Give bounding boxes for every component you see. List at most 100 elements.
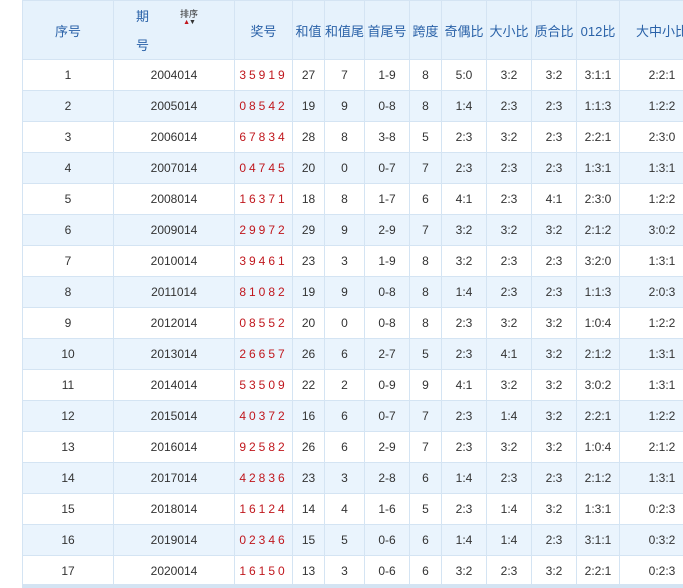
cell-ratio-012: 1:1:3 xyxy=(576,276,620,308)
cell-big-small: 2:3 xyxy=(486,183,532,215)
cell-span: 8 xyxy=(409,90,442,122)
cell-number: 81082 xyxy=(234,276,293,308)
cell-big-mid-small: 1:3:1 xyxy=(619,152,683,184)
cell-number: 02346 xyxy=(234,524,293,556)
cell-number: 04745 xyxy=(234,152,293,184)
cell-sum-tail: 3 xyxy=(324,462,365,494)
cell-period: 2009014 xyxy=(113,214,235,246)
cell-big-small: 1:4 xyxy=(486,493,532,525)
cell-period: 2018014 xyxy=(113,493,235,525)
cell-odd-even: 2:3 xyxy=(441,152,487,184)
table-header-row: 序号 期 号 排序 ▲▼ 奖号 和值 和值尾 首尾号 跨度 奇偶比 大小比 质合… xyxy=(22,0,683,60)
table-row: 11 2014014 53509 22 2 0-9 9 4:1 3:2 3:2 3:0:2 1:3:1 xyxy=(22,369,683,401)
cell-big-small: 2:3 xyxy=(486,245,532,277)
cell-ratio-012: 2:1:2 xyxy=(576,338,620,370)
cell-span: 6 xyxy=(409,183,442,215)
header-ratio-012: 012比 xyxy=(576,0,620,60)
cell-sum-tail: 2 xyxy=(324,369,365,401)
table-row: 14 2017014 42836 23 3 2-8 6 1:4 2:3 2:3 2:1:2 1:3:1 xyxy=(22,462,683,494)
cell-prime-composite: 3:2 xyxy=(531,59,577,91)
cell-big-mid-small: 2:1:2 xyxy=(619,431,683,463)
cell-index: 3 xyxy=(22,121,114,153)
cell-index: 15 xyxy=(22,493,114,525)
header-index: 序号 xyxy=(22,0,114,60)
cell-sum: 14 xyxy=(292,493,325,525)
cell-sum-tail: 8 xyxy=(324,183,365,215)
table-row: 1 2004014 35919 27 7 1-9 8 5:0 3:2 3:2 3:1:1 2:2:1 xyxy=(22,59,683,91)
cell-span: 5 xyxy=(409,121,442,153)
cell-odd-even: 3:2 xyxy=(441,214,487,246)
table-row: 9 2012014 08552 20 0 0-8 8 2:3 3:2 3:2 1:0:4 1:2:2 xyxy=(22,307,683,339)
table-row: 16 2019014 02346 15 5 0-6 6 1:4 1:4 2:3 3:1:1 0:3:2 xyxy=(22,524,683,556)
cell-index: 9 xyxy=(22,307,114,339)
cell-odd-even: 1:4 xyxy=(441,524,487,556)
cell-ratio-012: 2:1:2 xyxy=(576,214,620,246)
cell-period: 2012014 xyxy=(113,307,235,339)
lottery-history-panel: 序号 期 号 排序 ▲▼ 奖号 和值 和值尾 首尾号 跨度 奇偶比 大小比 质合… xyxy=(22,0,683,588)
cell-span: 7 xyxy=(409,400,442,432)
table-row: 4 2007014 04745 20 0 0-7 7 2:3 2:3 2:3 1:3:1 1:3:1 xyxy=(22,152,683,184)
cell-span: 8 xyxy=(409,276,442,308)
cell-span: 5 xyxy=(409,493,442,525)
cell-prime-composite: 2:3 xyxy=(531,462,577,494)
cell-sum: 18 xyxy=(292,183,325,215)
cell-index: 16 xyxy=(22,524,114,556)
header-period-top: 期 xyxy=(136,9,150,24)
cell-ratio-012: 1:3:1 xyxy=(576,152,620,184)
cell-sum-tail: 0 xyxy=(324,307,365,339)
cell-sum-tail: 6 xyxy=(324,338,365,370)
cell-sum-tail: 3 xyxy=(324,555,365,587)
cell-big-mid-small: 1:2:2 xyxy=(619,183,683,215)
cell-sum-tail: 9 xyxy=(324,90,365,122)
cell-ratio-012: 3:2:0 xyxy=(576,245,620,277)
cell-odd-even: 5:0 xyxy=(441,59,487,91)
cell-big-mid-small: 3:0:2 xyxy=(619,214,683,246)
cell-index: 5 xyxy=(22,183,114,215)
cell-odd-even: 3:2 xyxy=(441,245,487,277)
cell-ratio-012: 1:1:3 xyxy=(576,90,620,122)
cell-span: 8 xyxy=(409,307,442,339)
cell-sum: 23 xyxy=(292,462,325,494)
cell-odd-even: 2:3 xyxy=(441,493,487,525)
cell-sum-tail: 9 xyxy=(324,214,365,246)
cell-prime-composite: 2:3 xyxy=(531,121,577,153)
cell-head-tail: 0-6 xyxy=(364,555,410,587)
cell-index: 4 xyxy=(22,152,114,184)
header-period: 期 号 排序 ▲▼ xyxy=(113,0,235,60)
cell-period: 2014014 xyxy=(113,369,235,401)
cell-index: 17 xyxy=(22,555,114,587)
cell-big-small: 2:3 xyxy=(486,90,532,122)
cell-head-tail: 0-7 xyxy=(364,400,410,432)
cell-sum: 20 xyxy=(292,152,325,184)
cell-index: 8 xyxy=(22,276,114,308)
sort-toggle[interactable]: 排序 ▲▼ xyxy=(176,9,202,27)
cell-ratio-012: 3:0:2 xyxy=(576,369,620,401)
cell-period: 2005014 xyxy=(113,90,235,122)
cell-sum: 15 xyxy=(292,524,325,556)
cell-head-tail: 0-9 xyxy=(364,369,410,401)
table-row: 12 2015014 40372 16 6 0-7 7 2:3 1:4 3:2 2:2:1 1:2:2 xyxy=(22,400,683,432)
cell-big-mid-small: 0:2:3 xyxy=(619,555,683,587)
cell-big-mid-small: 1:3:1 xyxy=(619,369,683,401)
header-span: 跨度 xyxy=(409,0,442,60)
cell-number: 26657 xyxy=(234,338,293,370)
cell-head-tail: 0-6 xyxy=(364,524,410,556)
table-row: 6 2009014 29972 29 9 2-9 7 3:2 3:2 3:2 2:1:2 3:0:2 xyxy=(22,214,683,246)
cell-big-small: 3:2 xyxy=(486,369,532,401)
cell-head-tail: 1-7 xyxy=(364,183,410,215)
cell-prime-composite: 2:3 xyxy=(531,524,577,556)
cell-big-mid-small: 1:2:2 xyxy=(619,400,683,432)
cell-number: 16371 xyxy=(234,183,293,215)
cell-big-mid-small: 1:3:1 xyxy=(619,462,683,494)
cell-head-tail: 0-7 xyxy=(364,152,410,184)
cell-number: 92582 xyxy=(234,431,293,463)
cell-number: 29972 xyxy=(234,214,293,246)
cell-sum: 19 xyxy=(292,90,325,122)
cell-period: 2011014 xyxy=(113,276,235,308)
cell-ratio-012: 3:1:1 xyxy=(576,524,620,556)
cell-prime-composite: 3:2 xyxy=(531,555,577,587)
cell-period: 2017014 xyxy=(113,462,235,494)
header-big-mid-small: 大中小比 xyxy=(619,0,683,60)
cell-sum: 16 xyxy=(292,400,325,432)
cell-period: 2016014 xyxy=(113,431,235,463)
